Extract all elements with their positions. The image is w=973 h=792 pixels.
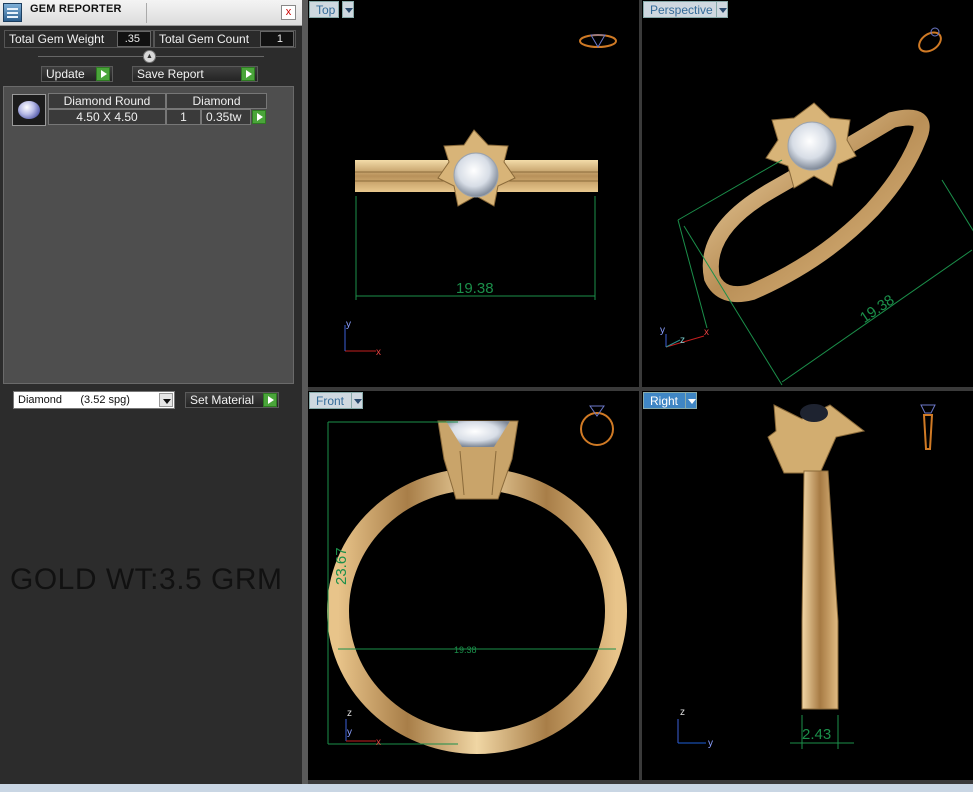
top-ring-icon bbox=[579, 34, 617, 48]
gem-size-cell[interactable]: 4.50 X 4.50 bbox=[48, 109, 166, 125]
top-axis-x: x bbox=[376, 347, 381, 358]
perspective-axis-x: x bbox=[704, 327, 709, 338]
update-button[interactable]: Update bbox=[41, 66, 113, 82]
front-axis-y: y bbox=[347, 727, 352, 738]
viewport-front-menu-icon[interactable] bbox=[351, 392, 363, 409]
gem-reporter-icon bbox=[3, 3, 22, 22]
viewport-front-label[interactable]: Front bbox=[309, 392, 352, 409]
viewport-top-label[interactable]: Top bbox=[309, 1, 339, 18]
taskbar-strip bbox=[0, 784, 973, 792]
viewport-right-label[interactable]: Right bbox=[643, 392, 688, 409]
perspective-width-dimension: 19.38 bbox=[857, 292, 898, 327]
title-separator bbox=[146, 3, 147, 23]
gem-list-panel: Diamond Round Diamond 4.50 X 4.50 1 0.35… bbox=[3, 86, 294, 384]
set-material-go-icon bbox=[263, 393, 277, 407]
total-gem-count-field[interactable]: 1 bbox=[260, 31, 294, 47]
collapse-toggle-icon[interactable]: ▲ bbox=[143, 50, 156, 63]
ring-head bbox=[437, 129, 516, 207]
chevron-down-icon[interactable] bbox=[159, 393, 173, 407]
gem-row-go-button[interactable] bbox=[252, 110, 266, 124]
front-axis-z: z bbox=[347, 708, 352, 719]
right-axis-z: z bbox=[680, 707, 685, 718]
viewport-perspective-label[interactable]: Perspective bbox=[643, 1, 717, 18]
top-width-dimension: 19.38 bbox=[456, 280, 494, 297]
front-width-dimension: 19.38 bbox=[454, 645, 477, 655]
viewport-right-menu-icon[interactable] bbox=[685, 392, 697, 409]
perspective-view-drawing: 19.38 y z x bbox=[660, 27, 973, 386]
app-window: GEM REPORTER x Total Gem Weight .35 Tota… bbox=[0, 0, 973, 792]
right-ring-icon bbox=[920, 404, 936, 450]
save-report-button[interactable]: Save Report bbox=[132, 66, 258, 82]
perspective-ring-head bbox=[765, 102, 857, 189]
gem-material-header: Diamond bbox=[166, 93, 267, 109]
right-ring-head bbox=[767, 404, 866, 474]
right-axis-y: y bbox=[708, 738, 713, 749]
gem-count-cell[interactable]: 1 bbox=[166, 109, 201, 125]
right-width-dimension: 2.43 bbox=[802, 726, 831, 743]
viewport-top-menu-icon[interactable] bbox=[342, 1, 354, 18]
perspective-axis-y: y bbox=[660, 325, 665, 336]
panel-titlebar[interactable]: GEM REPORTER x bbox=[0, 0, 302, 26]
front-ring-icon bbox=[580, 405, 614, 446]
set-material-label: Set Material bbox=[190, 393, 255, 407]
gem-weight-cell[interactable]: 0.35tw bbox=[201, 109, 251, 125]
material-select-value: Diamond (3.52 spg) bbox=[18, 394, 130, 406]
right-view-drawing: 2.43 z y bbox=[677, 404, 936, 749]
viewport-right[interactable]: 2.43 z y Right bbox=[642, 391, 973, 780]
total-gem-weight-text: Total Gem Weight bbox=[9, 32, 105, 46]
viewport-top[interactable]: 19.38 y x Top bbox=[308, 0, 639, 387]
viewport-perspective-menu-icon[interactable] bbox=[716, 1, 728, 18]
perspective-ring-icon bbox=[918, 27, 942, 53]
gem-shape-header: Diamond Round bbox=[48, 93, 166, 109]
viewport-front[interactable]: 23.67 19.38 z y x Front bbox=[308, 391, 639, 780]
right-ring-shank bbox=[801, 470, 839, 710]
front-view-drawing: 23.67 19.38 z y x bbox=[327, 405, 627, 754]
panel-title: GEM REPORTER bbox=[30, 3, 122, 15]
gem-reporter-panel: GEM REPORTER x Total Gem Weight .35 Tota… bbox=[0, 0, 302, 792]
total-gem-count-text: Total Gem Count bbox=[159, 32, 250, 46]
save-report-go-icon bbox=[241, 67, 255, 81]
update-label: Update bbox=[46, 67, 85, 81]
front-ring-band bbox=[327, 468, 627, 754]
material-select[interactable]: Diamond (3.52 spg) bbox=[13, 391, 175, 409]
close-button[interactable]: x bbox=[281, 5, 296, 20]
save-report-label: Save Report bbox=[137, 67, 204, 81]
front-height-dimension: 23.67 bbox=[333, 547, 350, 585]
update-go-icon bbox=[96, 67, 110, 81]
front-axis-x: x bbox=[376, 737, 381, 748]
top-view-drawing: 19.38 y x bbox=[344, 34, 617, 358]
viewport-perspective[interactable]: 19.38 y z x Perspective bbox=[642, 0, 973, 387]
gold-weight-note: GOLD WT:3.5 GRM bbox=[10, 563, 283, 596]
perspective-axis-z: z bbox=[680, 335, 685, 346]
total-gem-weight-field[interactable]: .35 bbox=[117, 31, 151, 47]
top-axis-y: y bbox=[346, 319, 351, 330]
diamond-round-icon[interactable] bbox=[12, 94, 46, 126]
set-material-button[interactable]: Set Material bbox=[185, 392, 279, 408]
